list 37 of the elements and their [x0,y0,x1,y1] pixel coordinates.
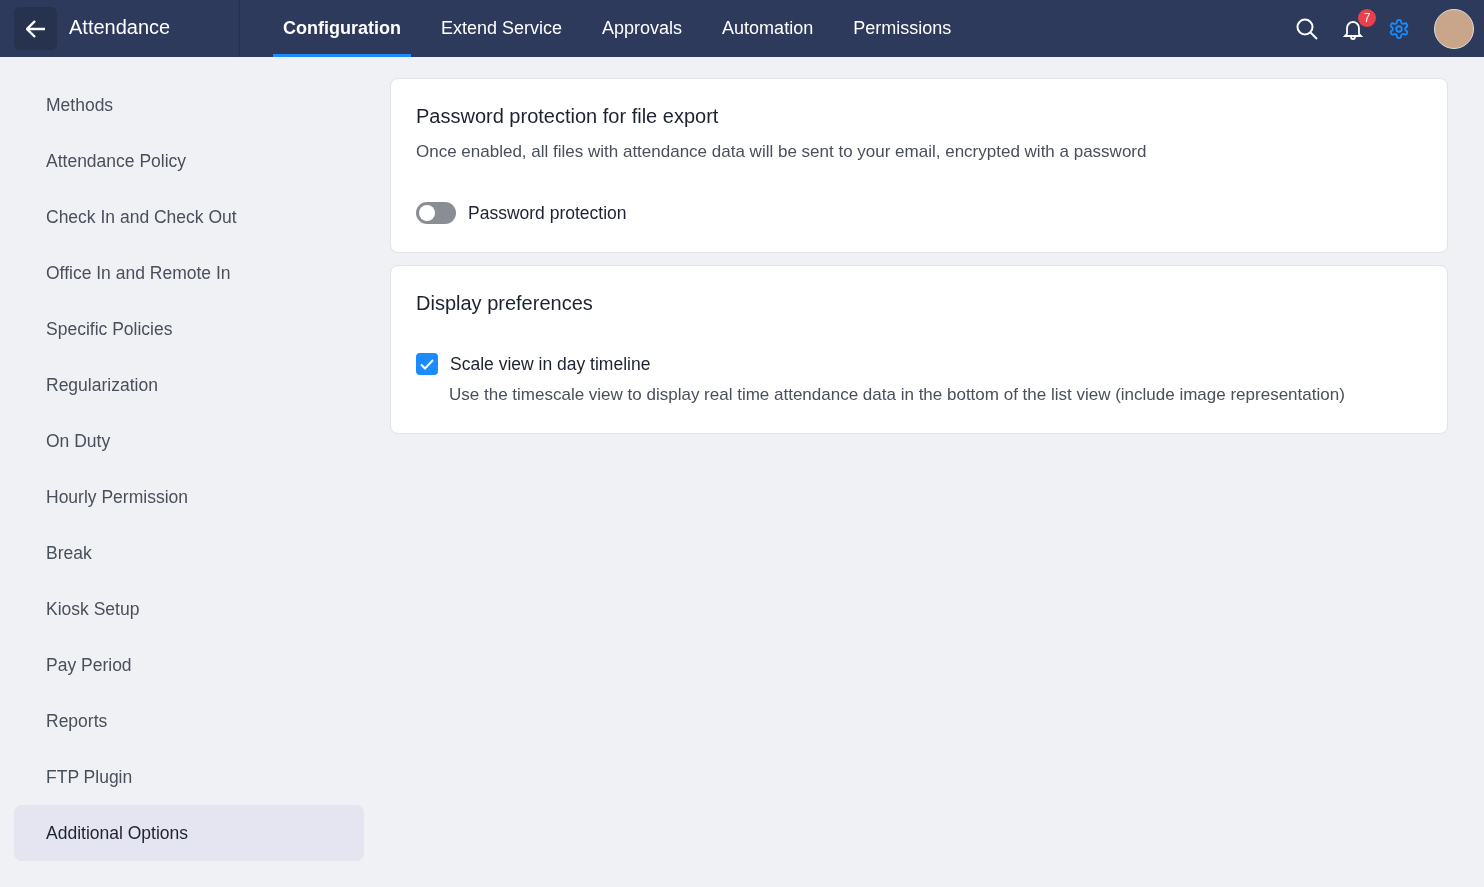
sidebar-item[interactable]: Pay Period [14,637,364,693]
search-button[interactable] [1296,17,1318,40]
checkbox-label: Scale view in day timeline [450,353,651,375]
sidebar-item[interactable]: FTP Plugin [14,749,364,805]
nav-tab[interactable]: Permissions [843,0,962,57]
sidebar-item[interactable]: Check In and Check Out [14,189,364,245]
help-text: Use the timescale view to display real time attendance data in the bottom of the list view (include image representation) [449,385,1346,405]
sidebar-item[interactable]: Methods [14,77,364,133]
notification-count: 7 [1358,8,1376,27]
sidebar-item[interactable]: Hourly Permission [14,469,364,525]
checkbox[interactable] [416,353,438,375]
sidebar-item[interactable]: Break [14,525,364,581]
card-title: Display preferences [416,292,594,315]
nav-tab[interactable]: Automation [712,0,824,57]
sidebar-item[interactable]: Reports [14,693,364,749]
sidebar-item[interactable]: Kiosk Setup [14,581,364,637]
sidebar-item[interactable]: Regularization [14,357,364,413]
settings-icon [1388,17,1410,40]
sidebar-item[interactable]: On Duty [14,413,364,469]
card-description: Once enabled, all files with attendance data will be sent to your email, encrypted with a password [416,142,1148,162]
nav-tab[interactable]: Extend Service [431,0,573,57]
settings-button[interactable] [1388,17,1410,40]
nav-tab[interactable]: Configuration [273,0,411,57]
user-avatar[interactable] [1434,8,1474,49]
check-icon [420,358,434,370]
app-title: Attendance [69,0,240,57]
sidebar-item[interactable]: Office In and Remote In [14,245,364,301]
search-icon [1296,17,1318,40]
nav-tab[interactable]: Approvals [592,0,693,57]
sidebar-item[interactable]: Additional Options [14,805,364,861]
sidebar-item[interactable]: Attendance Policy [14,133,364,189]
toggle-switch[interactable] [416,202,456,224]
back-arrow-icon [25,19,46,38]
card-title: Password protection for file export [416,105,720,128]
sidebar-item[interactable]: Specific Policies [14,301,364,357]
toggle-label: Password protection [468,202,627,224]
back-button[interactable] [14,7,57,50]
